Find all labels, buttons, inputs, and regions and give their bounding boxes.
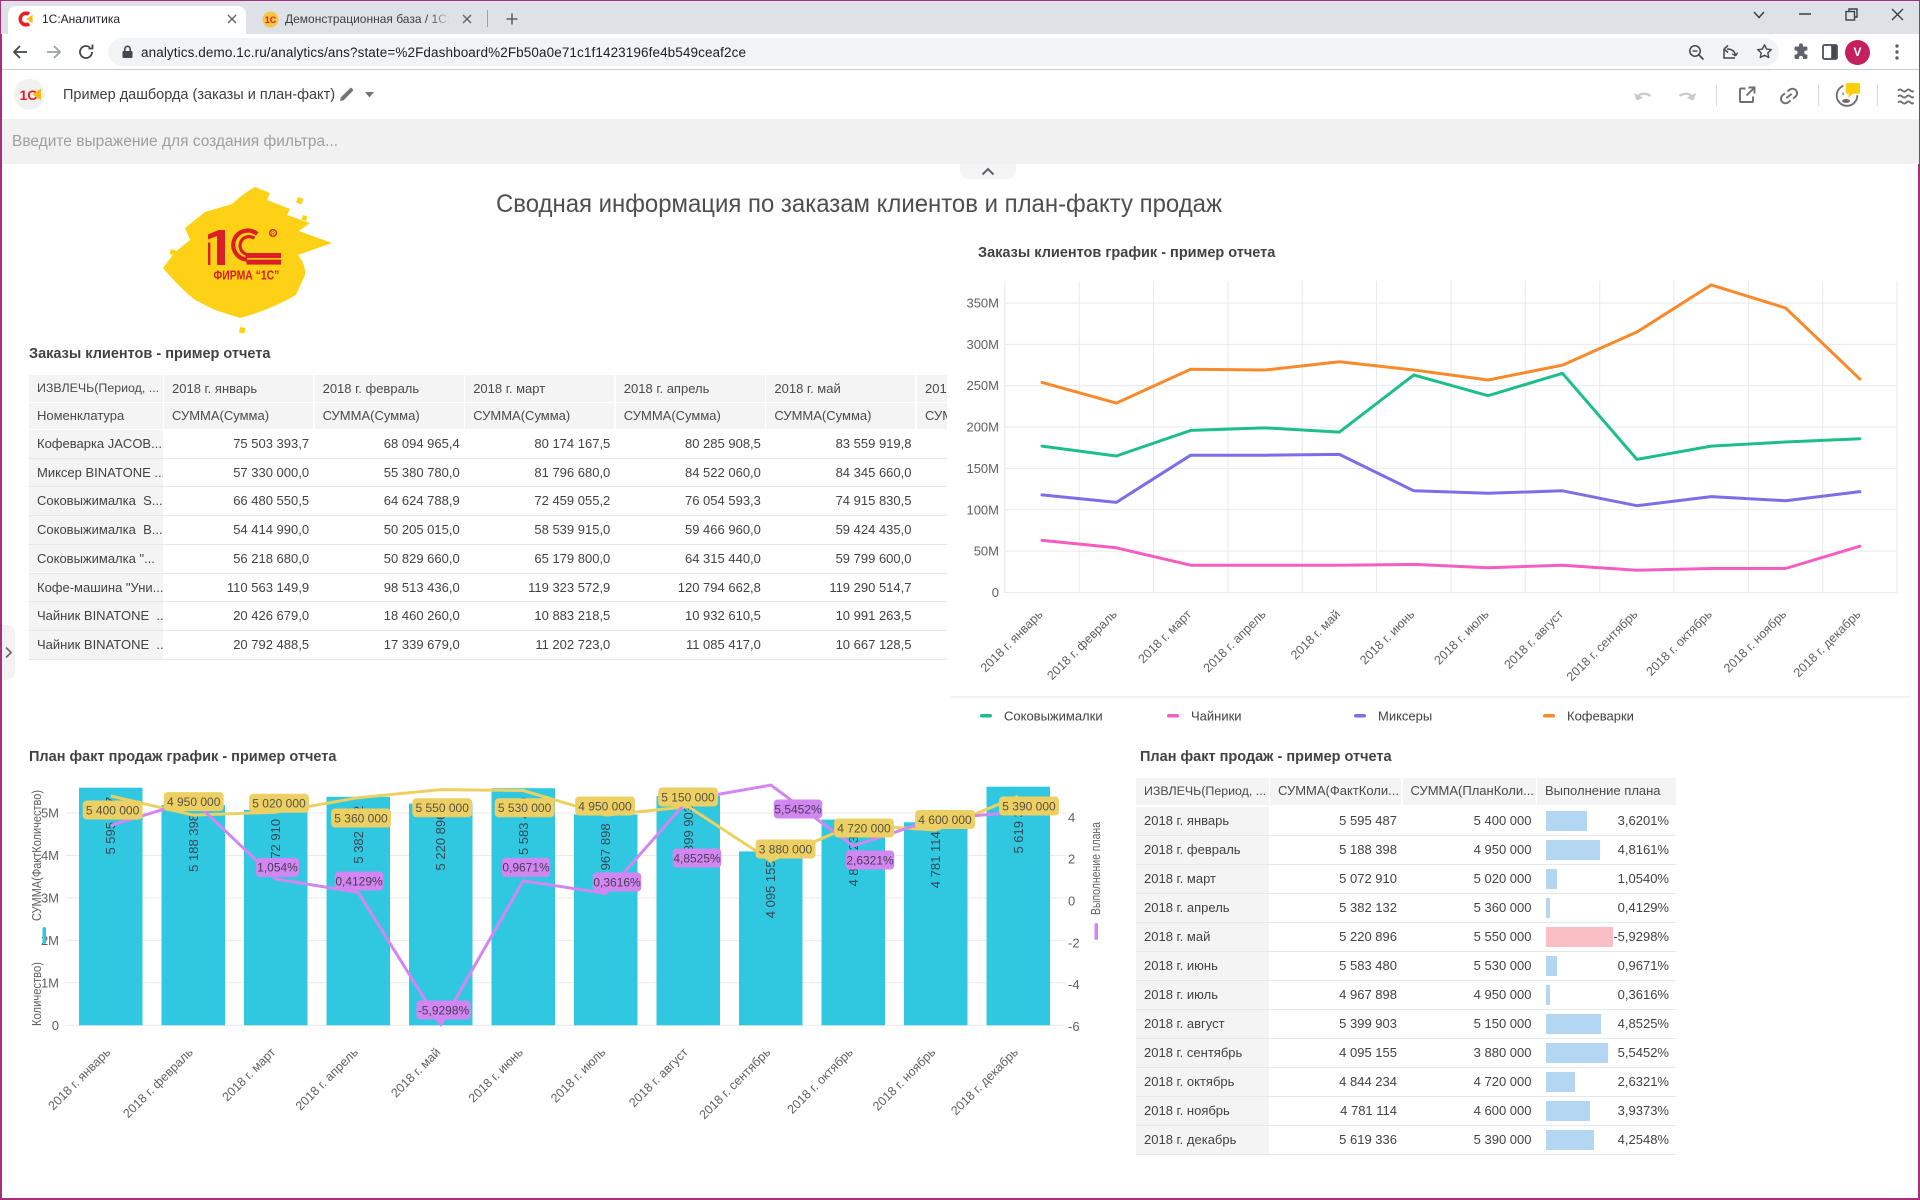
svg-text:150M: 150M: [966, 461, 999, 476]
svg-text:1,054%: 1,054%: [257, 861, 298, 875]
svg-text:0,9671%: 0,9671%: [502, 861, 550, 875]
svg-text:5 390 000: 5 390 000: [1002, 799, 1056, 813]
svg-text:2018 г. июль: 2018 г. июль: [1432, 607, 1492, 667]
svg-text:4 950 000: 4 950 000: [167, 795, 221, 809]
svg-text:2018 г. сентябрь: 2018 г. сентябрь: [697, 1045, 774, 1122]
svg-text:4,8525%: 4,8525%: [673, 851, 721, 865]
svg-text:4 095 155: 4 095 155: [763, 860, 778, 918]
svg-text:-4: -4: [1068, 977, 1080, 992]
svg-text:2018 г. август: 2018 г. август: [626, 1045, 691, 1110]
svg-text:200M: 200M: [966, 420, 999, 435]
svg-text:2018 г. апрель: 2018 г. апрель: [293, 1045, 361, 1113]
svg-text:350M: 350M: [966, 296, 999, 311]
svg-text:Кофеварки: Кофеварки: [1567, 709, 1634, 724]
svg-text:2018 г. май: 2018 г. май: [388, 1045, 443, 1100]
svg-text:2018 г. июнь: 2018 г. июнь: [466, 1045, 526, 1105]
svg-text:5 020 000: 5 020 000: [252, 797, 306, 811]
svg-text:0,4129%: 0,4129%: [335, 874, 383, 888]
svg-text:4 950 000: 4 950 000: [578, 799, 632, 813]
svg-text:300M: 300M: [966, 337, 999, 352]
svg-text:5 550 000: 5 550 000: [416, 801, 470, 815]
svg-text:5 530 000: 5 530 000: [498, 801, 552, 815]
svg-text:2,6321%: 2,6321%: [846, 853, 894, 867]
svg-text:Миксеры: Миксеры: [1378, 709, 1432, 724]
svg-text:2018 г. март: 2018 г. март: [219, 1045, 278, 1104]
svg-text:-2: -2: [1068, 935, 1080, 950]
svg-text:2018 г. октябрь: 2018 г. октябрь: [785, 1045, 856, 1116]
svg-text:4 720 000: 4 720 000: [837, 821, 891, 835]
svg-text:5 188 398: 5 188 398: [186, 814, 201, 872]
svg-text:2018 г. август: 2018 г. август: [1501, 607, 1566, 672]
svg-text:-5,9298%: -5,9298%: [418, 1003, 470, 1017]
svg-text:5 400 000: 5 400 000: [86, 803, 140, 817]
svg-text:4: 4: [1068, 810, 1075, 825]
svg-text:2018 г. январь: 2018 г. январь: [978, 607, 1046, 675]
svg-text:2018 г. июнь: 2018 г. июнь: [1357, 607, 1417, 667]
svg-text:2018 г. март: 2018 г. март: [1135, 607, 1194, 666]
svg-text:2018 г. февраль: 2018 г. февраль: [1044, 607, 1120, 683]
svg-text:2018 г. апрель: 2018 г. апрель: [1201, 607, 1269, 675]
svg-text:2018 г. февраль: 2018 г. февраль: [120, 1045, 196, 1121]
svg-text:0: 0: [1068, 894, 1075, 909]
svg-text:2018 г. июль: 2018 г. июль: [548, 1045, 608, 1105]
svg-text:250M: 250M: [966, 378, 999, 393]
svg-text:2018 г. декабрь: 2018 г. декабрь: [1791, 607, 1864, 680]
svg-text:2018 г. октябрь: 2018 г. октябрь: [1643, 607, 1714, 678]
svg-text:-6: -6: [1068, 1019, 1080, 1034]
svg-text:4 781 114: 4 781 114: [928, 831, 943, 888]
svg-text:5 360 000: 5 360 000: [334, 811, 388, 825]
svg-text:Выполнение плана: Выполнение плана: [1089, 822, 1103, 915]
svg-text:СУММА(ФактКоличество): СУММА(ФактКоличество): [30, 790, 44, 921]
svg-text:0: 0: [52, 1018, 59, 1033]
svg-text:0,3616%: 0,3616%: [593, 875, 641, 889]
svg-text:100M: 100M: [966, 502, 999, 517]
svg-text:Чайники: Чайники: [1191, 709, 1242, 724]
svg-text:50M: 50M: [974, 544, 999, 559]
svg-text:5 150 000: 5 150 000: [661, 790, 715, 804]
svg-text:2: 2: [1068, 852, 1075, 867]
svg-text:2018 г. ноябрь: 2018 г. ноябрь: [1721, 607, 1789, 675]
svg-text:5,5452%: 5,5452%: [774, 802, 822, 816]
svg-text:2018 г. май: 2018 г. май: [1288, 607, 1343, 662]
svg-text:4 600 000: 4 600 000: [918, 813, 972, 827]
svg-text:2018 г. сентябрь: 2018 г. сентябрь: [1564, 607, 1641, 684]
svg-text:Соковыжималки: Соковыжималки: [1004, 709, 1103, 724]
svg-text:3 880 000: 3 880 000: [759, 842, 813, 856]
svg-text:5 220 896: 5 220 896: [433, 813, 448, 871]
svg-text:0: 0: [992, 585, 999, 600]
svg-text:2018 г. январь: 2018 г. январь: [46, 1045, 114, 1113]
svg-text:2018 г. ноябрь: 2018 г. ноябрь: [870, 1045, 938, 1113]
svg-text:2018 г. декабрь: 2018 г. декабрь: [948, 1045, 1021, 1118]
svg-text:Количество): Количество): [30, 962, 44, 1026]
